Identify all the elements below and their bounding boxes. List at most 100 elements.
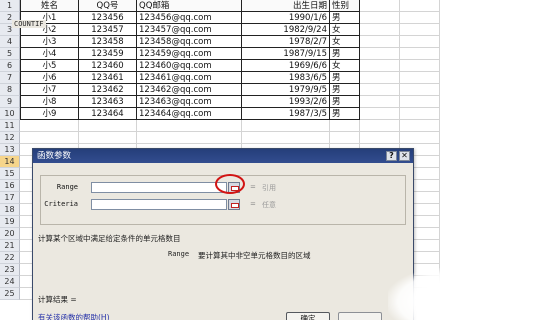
- row-number[interactable]: 25: [0, 288, 20, 300]
- row-number[interactable]: 16: [0, 180, 20, 192]
- table-cell[interactable]: [360, 132, 400, 144]
- table-cell[interactable]: 小7: [20, 84, 79, 96]
- table-cell[interactable]: [330, 120, 360, 132]
- table-cell[interactable]: [242, 132, 330, 144]
- table-cell[interactable]: 1993/2/6: [242, 96, 330, 108]
- column-header-cell[interactable]: QQ邮箱: [137, 0, 242, 12]
- row-number[interactable]: 5: [0, 48, 20, 60]
- table-cell[interactable]: [400, 36, 440, 48]
- table-cell[interactable]: [400, 132, 440, 144]
- table-cell[interactable]: 小8: [20, 96, 79, 108]
- table-cell[interactable]: [400, 12, 440, 24]
- table-cell[interactable]: 1983/6/5: [242, 72, 330, 84]
- help-button[interactable]: ?: [386, 151, 397, 161]
- table-cell[interactable]: 男: [330, 72, 360, 84]
- table-cell[interactable]: 1982/9/24: [242, 24, 330, 36]
- row-number[interactable]: 4: [0, 36, 20, 48]
- row-number[interactable]: 11: [0, 120, 20, 132]
- table-cell[interactable]: [360, 12, 400, 24]
- row-number[interactable]: 15: [0, 168, 20, 180]
- table-cell[interactable]: [360, 72, 400, 84]
- table-cell[interactable]: 123456@qq.com: [137, 12, 242, 24]
- table-cell[interactable]: 123461: [79, 72, 137, 84]
- table-cell[interactable]: [400, 0, 440, 12]
- row-number[interactable]: 23: [0, 264, 20, 276]
- table-cell[interactable]: 1987/9/15: [242, 48, 330, 60]
- column-header-cell[interactable]: QQ号: [79, 0, 137, 12]
- table-cell[interactable]: [360, 48, 400, 60]
- column-header-cell[interactable]: 姓名: [20, 0, 79, 12]
- table-cell[interactable]: 123456: [79, 12, 137, 24]
- row-number[interactable]: 19: [0, 216, 20, 228]
- table-cell[interactable]: [330, 132, 360, 144]
- row-number[interactable]: 20: [0, 228, 20, 240]
- table-cell[interactable]: 女: [330, 60, 360, 72]
- ok-button[interactable]: 确定: [286, 312, 330, 320]
- table-cell[interactable]: 123458@qq.com: [137, 36, 242, 48]
- column-header-cell[interactable]: 性别: [330, 0, 360, 12]
- row-number[interactable]: 6: [0, 60, 20, 72]
- table-cell[interactable]: [360, 84, 400, 96]
- table-cell[interactable]: 123460: [79, 60, 137, 72]
- dialog-title-bar[interactable]: 函数参数 ? ✕: [33, 149, 413, 163]
- table-cell[interactable]: [400, 84, 440, 96]
- table-cell[interactable]: [400, 120, 440, 132]
- table-cell[interactable]: [20, 132, 79, 144]
- table-cell[interactable]: [400, 72, 440, 84]
- close-button[interactable]: ✕: [399, 151, 410, 161]
- table-cell[interactable]: 1969/6/6: [242, 60, 330, 72]
- table-cell[interactable]: 男: [330, 48, 360, 60]
- table-cell[interactable]: 1990/1/6: [242, 12, 330, 24]
- table-cell[interactable]: [20, 120, 79, 132]
- table-cell[interactable]: [242, 120, 330, 132]
- column-header-cell[interactable]: 出生日期: [242, 0, 330, 12]
- table-cell[interactable]: [360, 0, 400, 12]
- table-cell[interactable]: 男: [330, 12, 360, 24]
- table-cell[interactable]: [79, 120, 137, 132]
- table-cell[interactable]: [137, 132, 242, 144]
- table-cell[interactable]: 123457: [79, 24, 137, 36]
- table-cell[interactable]: 女: [330, 36, 360, 48]
- row-number[interactable]: 14: [0, 156, 20, 168]
- table-cell[interactable]: [360, 120, 400, 132]
- table-cell[interactable]: 123463@qq.com: [137, 96, 242, 108]
- table-cell[interactable]: [79, 132, 137, 144]
- row-number[interactable]: 12: [0, 132, 20, 144]
- row-number[interactable]: 9: [0, 96, 20, 108]
- table-cell[interactable]: 1987/3/5: [242, 108, 330, 120]
- table-cell[interactable]: 123457@qq.com: [137, 24, 242, 36]
- table-cell[interactable]: [400, 24, 440, 36]
- table-cell[interactable]: [400, 96, 440, 108]
- table-cell[interactable]: [400, 48, 440, 60]
- table-cell[interactable]: [360, 36, 400, 48]
- row-number[interactable]: 22: [0, 252, 20, 264]
- table-cell[interactable]: 小9: [20, 108, 79, 120]
- table-cell[interactable]: 123458: [79, 36, 137, 48]
- table-cell[interactable]: 男: [330, 96, 360, 108]
- table-cell[interactable]: [137, 120, 242, 132]
- table-cell[interactable]: 小3: [20, 36, 79, 48]
- table-cell[interactable]: [400, 108, 440, 120]
- row-number[interactable]: 1: [0, 0, 20, 12]
- table-cell[interactable]: 1979/9/5: [242, 84, 330, 96]
- table-cell[interactable]: 123459@qq.com: [137, 48, 242, 60]
- table-cell[interactable]: [360, 24, 400, 36]
- table-cell[interactable]: 1978/2/7: [242, 36, 330, 48]
- table-cell[interactable]: 123461@qq.com: [137, 72, 242, 84]
- row-number[interactable]: 21: [0, 240, 20, 252]
- function-help-link[interactable]: 有关该函数的帮助(H): [38, 312, 110, 320]
- row-number[interactable]: 7: [0, 72, 20, 84]
- table-cell[interactable]: 123459: [79, 48, 137, 60]
- table-cell[interactable]: 男: [330, 84, 360, 96]
- row-number[interactable]: 18: [0, 204, 20, 216]
- table-cell[interactable]: 123462@qq.com: [137, 84, 242, 96]
- table-cell[interactable]: 123464: [79, 108, 137, 120]
- table-cell[interactable]: [360, 108, 400, 120]
- table-cell[interactable]: [360, 96, 400, 108]
- criteria-collapse-button[interactable]: [228, 199, 240, 210]
- table-cell[interactable]: 小4: [20, 48, 79, 60]
- table-cell[interactable]: [360, 60, 400, 72]
- table-cell[interactable]: 男: [330, 108, 360, 120]
- table-cell[interactable]: 123463: [79, 96, 137, 108]
- table-cell[interactable]: [400, 60, 440, 72]
